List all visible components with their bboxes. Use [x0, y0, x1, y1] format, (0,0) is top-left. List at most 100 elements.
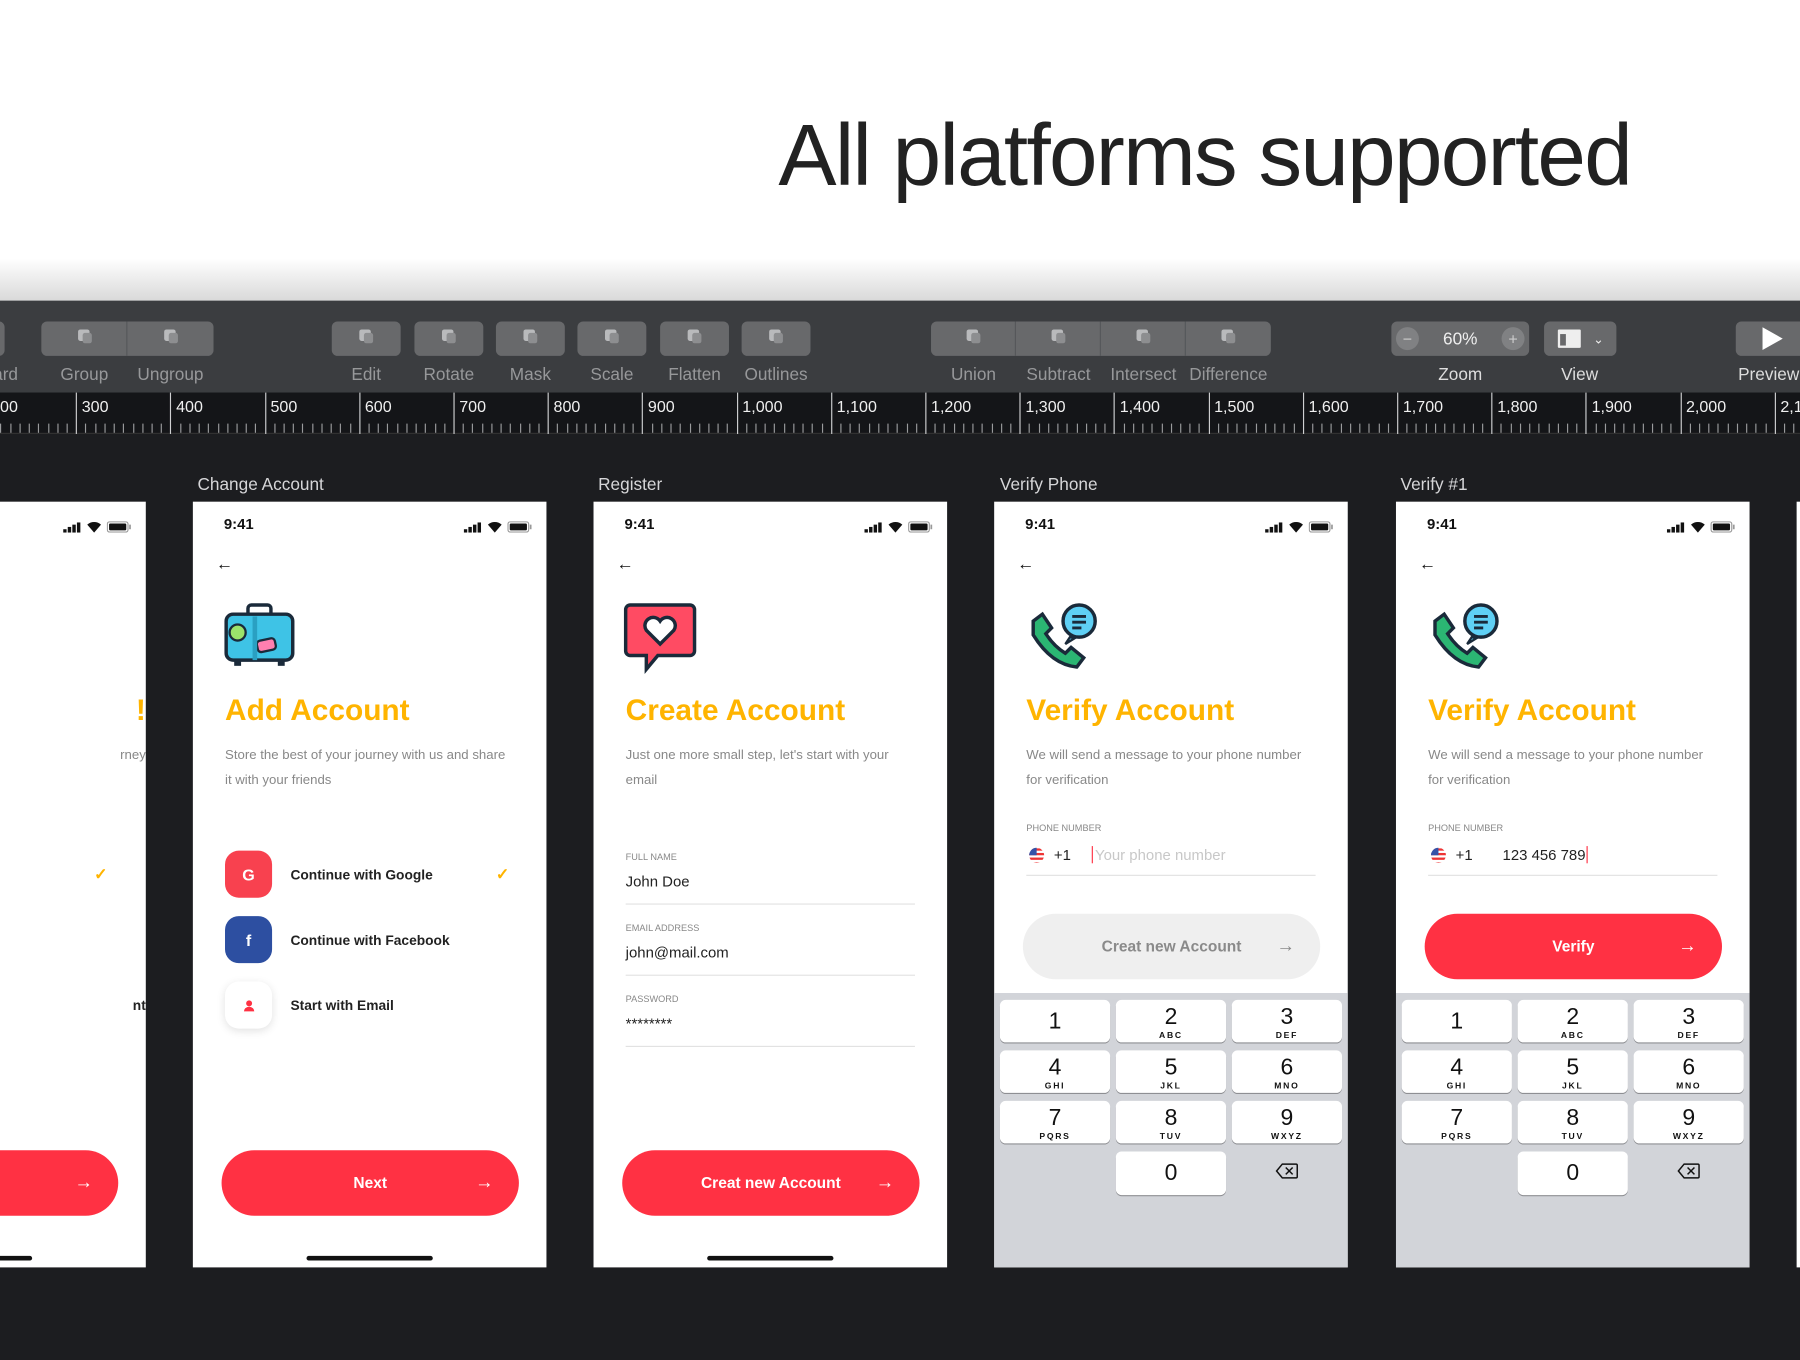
artboard-label[interactable]: Change Account [197, 475, 323, 495]
email-input[interactable]: john@mail.com [626, 944, 729, 961]
key-8[interactable]: 8 TUV [1115, 1100, 1227, 1144]
toolbar-difference-button[interactable] [1186, 321, 1271, 355]
signal-icon [1265, 518, 1283, 539]
artboard-label[interactable]: Register [598, 475, 662, 495]
primary-button[interactable]: Creat new Account → [622, 1150, 920, 1216]
ruler-minor-tick [1227, 423, 1229, 433]
key-2[interactable]: 2 ABC [1115, 999, 1227, 1043]
password-input[interactable]: ******** [626, 1015, 672, 1032]
ruler-minor-tick [19, 423, 21, 433]
zoom-in-button[interactable]: + [1501, 327, 1525, 351]
key-9[interactable]: 9 WXYZ [1231, 1100, 1343, 1144]
phone-number-input[interactable]: Your phone number [1091, 846, 1226, 864]
ruler-minor-tick [1047, 423, 1050, 433]
ruler-minor-tick [1161, 423, 1163, 433]
ruler-minor-tick [1321, 423, 1323, 433]
backspace-icon[interactable] [1677, 1163, 1700, 1185]
status-time: 9:41 [1025, 515, 1056, 533]
primary-button[interactable]: Next → [221, 1150, 519, 1216]
key-3[interactable]: 3 DEF [1633, 999, 1744, 1043]
phone-input-row[interactable]: +1 Your phone number [1029, 846, 1226, 864]
ruler-minor-tick [1038, 423, 1040, 433]
battery-icon [908, 518, 933, 539]
country-code[interactable]: +1 [1054, 846, 1071, 863]
key-5[interactable]: 5 JKL [1517, 1050, 1628, 1093]
country-code[interactable]: +1 [1456, 846, 1473, 863]
edit-path-icon [354, 323, 379, 354]
toolbar-union-button[interactable] [931, 321, 1016, 355]
zoom-label: Zoom [1438, 365, 1483, 385]
ruler-minor-tick [981, 423, 984, 433]
phone-input-row[interactable]: +1 123 456 789 [1430, 846, 1588, 864]
key-0[interactable]: 0 [1115, 1151, 1227, 1196]
ruler-minor-tick [1736, 423, 1738, 433]
full-name-input[interactable]: John Doe [626, 872, 690, 889]
ruler-minor-tick [57, 423, 59, 433]
artboard-label[interactable]: Verify Phone [1000, 475, 1098, 495]
key-8[interactable]: 8 TUV [1517, 1100, 1628, 1144]
key-4[interactable]: 4 GHI [1401, 1050, 1512, 1093]
toolbar-ard-button[interactable] [0, 321, 5, 355]
ruler-number: 1,800 [1497, 397, 1538, 416]
ruler-number: 1,100 [836, 397, 877, 416]
screen-title: Verify Account [1026, 692, 1235, 727]
primary-button[interactable]: → [0, 1150, 119, 1216]
phone-number-input[interactable]: 123 456 789 [1503, 846, 1588, 864]
ruler-minor-tick [1699, 423, 1701, 433]
ruler-minor-tick [1104, 423, 1106, 433]
toolbar-rotate-button[interactable] [414, 321, 483, 355]
option-label: Continue with Facebook [290, 931, 450, 948]
toolbar-ungroup-button[interactable] [127, 321, 213, 355]
toolbar-edit-button[interactable] [332, 321, 401, 355]
toolbar-mask-button[interactable] [496, 321, 565, 355]
ruler-minor-tick [1670, 423, 1672, 433]
back-arrow-icon[interactable]: ← [616, 554, 633, 574]
login-option[interactable]: f Continue with Facebook [225, 916, 450, 964]
key-4[interactable]: 4 GHI [999, 1050, 1111, 1093]
ruler-minor-tick [94, 423, 97, 433]
ruler-minor-tick [274, 423, 276, 433]
view-button[interactable]: ⌄ [1544, 321, 1617, 356]
key-6[interactable]: 6 MNO [1231, 1050, 1343, 1093]
zoom-out-button[interactable]: − [1395, 327, 1419, 351]
login-option[interactable]: Start with Email [225, 981, 394, 1029]
key-5[interactable]: 5 JKL [1115, 1050, 1227, 1093]
ruler-minor-tick [387, 423, 389, 433]
toolbar-label: Outlines [744, 365, 808, 385]
preview-button[interactable] [1735, 321, 1800, 356]
back-arrow-icon[interactable]: ← [1419, 554, 1436, 574]
key-7[interactable]: 7 PQRS [1401, 1100, 1512, 1144]
toolbar-scale-button[interactable] [577, 321, 646, 355]
toolbar-group-button[interactable] [41, 321, 127, 355]
primary-button[interactable]: Verify → [1424, 913, 1722, 980]
key-digit: 0 [1566, 1160, 1580, 1186]
ruler-minor-tick [1689, 423, 1691, 433]
ruler-major-tick [170, 392, 172, 434]
home-indicator [0, 1255, 33, 1261]
ruler-minor-tick [519, 423, 521, 433]
key-3[interactable]: 3 DEF [1231, 999, 1343, 1043]
backspace-icon[interactable] [1275, 1163, 1298, 1185]
toolbar-outlines-button[interactable] [742, 321, 811, 355]
key-9[interactable]: 9 WXYZ [1633, 1100, 1744, 1144]
ruler-number: 1,300 [1025, 397, 1066, 416]
back-arrow-icon[interactable]: ← [1017, 554, 1034, 574]
login-option[interactable]: G Continue with Google [225, 850, 433, 898]
ruler-minor-tick [1010, 423, 1012, 433]
key-1[interactable]: 1 [1401, 999, 1512, 1043]
primary-button[interactable]: Creat new Account → [1022, 913, 1321, 980]
zoom-value[interactable]: 60% [1443, 329, 1477, 349]
option-label: Continue with Google [290, 866, 433, 883]
stage: All platforms supported ardGroupUngroupE… [0, 0, 1800, 1360]
ruler-minor-tick [1425, 423, 1427, 433]
toolbar-flatten-button[interactable] [660, 321, 729, 355]
back-arrow-icon[interactable]: ← [216, 554, 233, 574]
key-6[interactable]: 6 MNO [1633, 1050, 1744, 1093]
key-7[interactable]: 7 PQRS [999, 1100, 1111, 1144]
key-2[interactable]: 2 ABC [1517, 999, 1628, 1043]
toolbar-subtract-button[interactable] [1016, 321, 1101, 355]
key-0[interactable]: 0 [1517, 1151, 1628, 1196]
artboard-label[interactable]: Verify #1 [1401, 475, 1468, 495]
toolbar-intersect-button[interactable] [1101, 321, 1186, 355]
key-1[interactable]: 1 [999, 999, 1111, 1043]
